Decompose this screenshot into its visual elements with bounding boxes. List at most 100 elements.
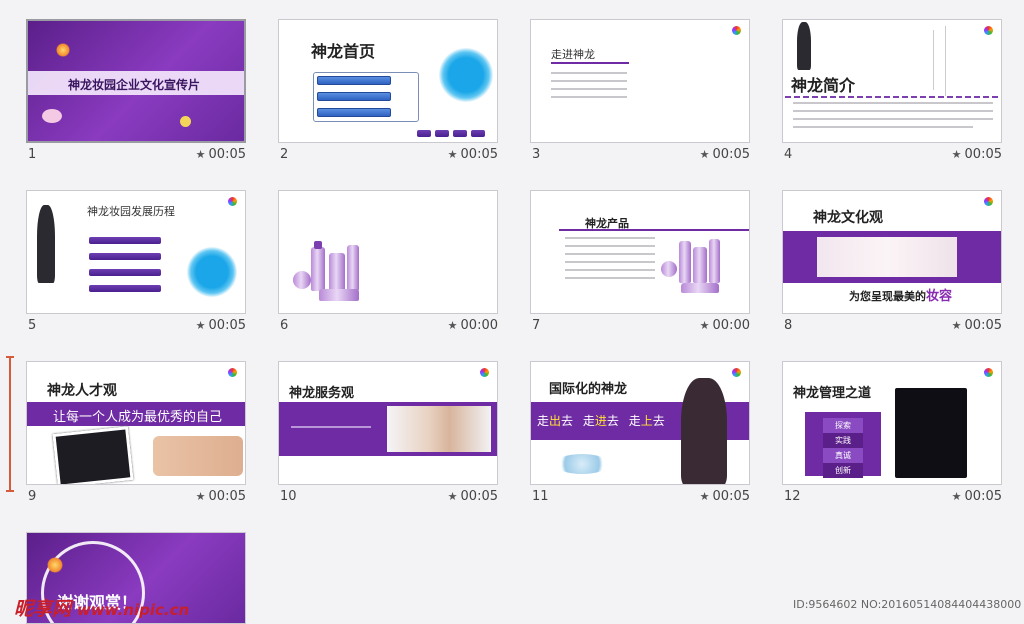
slide-title: 神龙妆园发展历程 xyxy=(87,205,175,218)
slide-number: 9 xyxy=(28,489,37,504)
slide-thumbnail-9[interactable]: 神龙人才观 让每一个人成为最优秀的自己 9 ★ 00:05 xyxy=(26,361,248,504)
nav-tab xyxy=(435,130,449,137)
slogan-text: 走出去 走进去 走上去 xyxy=(537,414,665,428)
slide-thumbnail-5[interactable]: 神龙妆园发展历程 5 ★ 00:05 xyxy=(26,190,248,333)
menu-frame xyxy=(313,72,419,122)
slide-number: 7 xyxy=(532,318,541,333)
slide-thumbnail-11[interactable]: 国际化的神龙 走出去 走进去 走上去 11 ★ 00:05 xyxy=(530,361,752,504)
star-icon: ★ xyxy=(447,490,458,503)
slide-thumbnail-7[interactable]: 神龙产品 7 ★ 00:00 xyxy=(530,190,752,333)
nav-tab xyxy=(453,130,467,137)
body-text-line xyxy=(793,118,993,120)
step-item: 实践 xyxy=(823,433,863,448)
star-icon: ★ xyxy=(951,148,962,161)
slide-preview[interactable]: 神龙文化观 为您呈现最美的妆容 xyxy=(782,190,1002,314)
timeline-bar xyxy=(89,285,161,292)
company-logo-icon xyxy=(732,368,741,377)
slide-timing[interactable]: ★ 00:05 xyxy=(448,489,498,504)
sparkle-line xyxy=(945,26,946,96)
slide-timing[interactable]: ★ 00:00 xyxy=(448,318,498,333)
slide-number: 8 xyxy=(784,318,793,333)
slide-title: 神龙简介 xyxy=(791,76,856,95)
company-logo-icon xyxy=(228,197,237,206)
slide-thumbnail-4[interactable]: 神龙简介 4 ★ 00:05 xyxy=(782,19,1004,162)
slide-thumbnail-1[interactable]: 神龙妆园企业文化宣传片 1 ★ 00:05 xyxy=(26,19,248,162)
thumbs-up-hands xyxy=(153,436,243,476)
slide-preview[interactable]: 国际化的神龙 走出去 走进去 走上去 xyxy=(530,361,750,485)
star-icon: ★ xyxy=(195,319,206,332)
flower-decoration xyxy=(47,557,63,573)
body-text-line xyxy=(565,237,655,239)
slide-preview[interactable]: 神龙服务观 xyxy=(278,361,498,485)
slide-preview[interactable]: 神龙妆园企业文化宣传片 xyxy=(26,19,246,143)
slide-preview[interactable]: 神龙首页 xyxy=(278,19,498,143)
company-logo-icon xyxy=(984,26,993,35)
star-icon: ★ xyxy=(447,319,458,332)
slide-thumbnail-10[interactable]: 神龙服务观 10 ★ 00:05 xyxy=(278,361,500,504)
slide-thumbnail-12[interactable]: 神龙管理之道 探索 实践 真诚 创新 12 ★ 00:05 xyxy=(782,361,1004,504)
bottle-cap xyxy=(314,241,322,249)
face-image xyxy=(817,237,957,277)
body-text-line xyxy=(565,277,655,279)
slide-thumbnail-2[interactable]: 神龙首页 2 ★ 00:05 xyxy=(278,19,500,162)
body-text-line xyxy=(793,126,973,128)
product-bottle xyxy=(329,253,345,291)
paint-splash xyxy=(439,48,493,102)
slide-preview[interactable]: 神龙人才观 让每一个人成为最优秀的自己 xyxy=(26,361,246,485)
nav-tab xyxy=(417,130,431,137)
star-icon: ★ xyxy=(699,148,710,161)
company-logo-icon xyxy=(732,26,741,35)
slide-timing[interactable]: ★ 00:05 xyxy=(196,318,246,333)
slide-preview[interactable]: 神龙妆园发展历程 xyxy=(26,190,246,314)
slide-title: 神龙文化观 xyxy=(813,210,883,226)
globe-image xyxy=(555,454,609,474)
title-underline xyxy=(559,229,749,231)
slide-timing[interactable]: ★ 00:05 xyxy=(952,147,1002,162)
petal-decoration xyxy=(42,109,62,123)
dashed-divider xyxy=(785,96,999,98)
slide-timing[interactable]: ★ 00:05 xyxy=(700,489,750,504)
slide-preview[interactable]: 神龙管理之道 探索 实践 真诚 创新 xyxy=(782,361,1002,485)
body-text-line xyxy=(551,88,627,90)
slide-title: 神龙人才观 xyxy=(47,383,117,399)
slide-preview[interactable]: 神龙简介 xyxy=(782,19,1002,143)
slide-number: 5 xyxy=(28,318,37,333)
slide-number: 1 xyxy=(28,147,37,162)
slide-thumbnail-3[interactable]: 走进神龙 3 ★ 00:05 xyxy=(530,19,752,162)
slide-timing[interactable]: ★ 00:05 xyxy=(196,147,246,162)
step-item: 探索 xyxy=(823,418,863,433)
product-box xyxy=(681,283,719,293)
title-underline xyxy=(551,62,629,64)
slide-timing[interactable]: ★ 00:05 xyxy=(448,147,498,162)
row-selection-marker xyxy=(6,356,14,492)
slide-title: 神龙服务观 xyxy=(289,386,355,401)
slide-thumbnail-8[interactable]: 神龙文化观 为您呈现最美的妆容 8 ★ 00:05 xyxy=(782,190,1004,333)
product-bottle xyxy=(679,241,691,283)
slide-timing[interactable]: ★ 00:05 xyxy=(952,318,1002,333)
slide-timing[interactable]: ★ 00:00 xyxy=(700,318,750,333)
slide-number: 2 xyxy=(280,147,289,162)
star-icon: ★ xyxy=(447,148,458,161)
slide-sorter-grid: 神龙妆园企业文化宣传片 1 ★ 00:05 神龙首页 2 ★ 00:05 走进神龙 xyxy=(0,0,1024,624)
slide-timing[interactable]: ★ 00:05 xyxy=(700,147,750,162)
product-bottle xyxy=(709,239,720,283)
slide-preview[interactable]: 走进神龙 xyxy=(530,19,750,143)
slide-number: 12 xyxy=(784,489,801,504)
body-text-line xyxy=(551,72,627,74)
slide-thumbnail-6[interactable]: 6 ★ 00:00 xyxy=(278,190,500,333)
slide-preview[interactable]: 神龙产品 xyxy=(530,190,750,314)
timeline-bar xyxy=(89,253,161,260)
slide-timing[interactable]: ★ 00:05 xyxy=(952,489,1002,504)
product-jar xyxy=(661,261,677,277)
slide-preview[interactable] xyxy=(278,190,498,314)
company-logo-icon xyxy=(480,368,489,377)
product-bottle xyxy=(311,247,325,291)
paint-splash xyxy=(187,247,237,297)
slide-title: 神龙管理之道 xyxy=(793,386,872,401)
slide-title: 走进神龙 xyxy=(551,48,595,61)
watermark-logo: 昵享网 www.nipic.cn xyxy=(14,598,190,620)
body-text-line xyxy=(551,80,627,82)
company-logo-icon xyxy=(984,197,993,206)
woman-portrait xyxy=(895,388,967,478)
slide-timing[interactable]: ★ 00:05 xyxy=(196,489,246,504)
